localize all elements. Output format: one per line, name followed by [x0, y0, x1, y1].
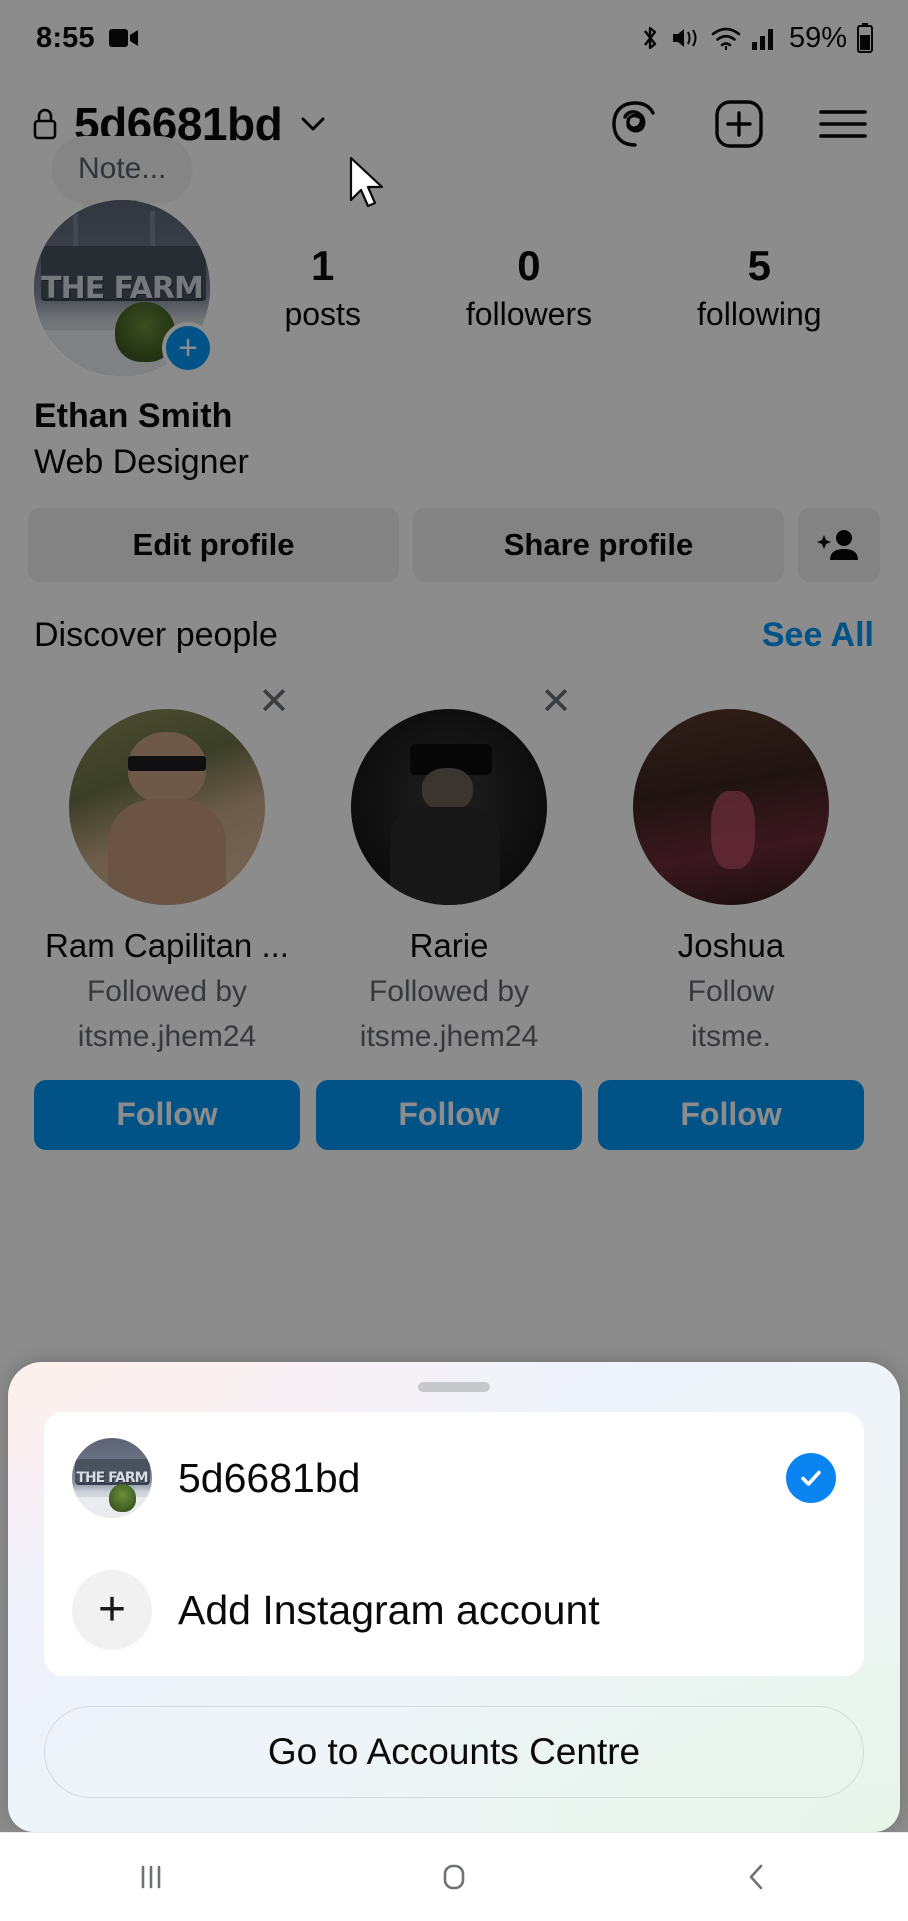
account-list: THE FARM 5d6681bd + Add Instagram accoun…: [44, 1412, 864, 1676]
go-to-accounts-centre-button[interactable]: Go to Accounts Centre: [44, 1706, 864, 1798]
stat-followers-value: 0: [517, 242, 541, 290]
stat-posts[interactable]: 1 posts: [284, 243, 360, 332]
new-post-icon[interactable]: [712, 97, 766, 151]
close-icon[interactable]: ✕: [540, 683, 572, 721]
avatar-detail-body: [390, 806, 500, 905]
recents-icon[interactable]: [91, 1833, 211, 1921]
profile-action-buttons: Edit profile Share profile: [0, 486, 908, 582]
discover-card-name: Ram Capilitan ...: [45, 926, 289, 964]
status-bar-left: 8:55: [36, 22, 139, 55]
follow-button[interactable]: Follow: [598, 1079, 864, 1150]
status-bar: 8:55 59%: [0, 0, 908, 76]
wifi-icon: [710, 24, 742, 52]
discover-card-followed-by-1: Followed by: [368, 974, 530, 1008]
home-icon[interactable]: [394, 1833, 514, 1921]
status-bar-clock: 8:55: [36, 21, 95, 54]
stat-posts-label: posts: [284, 295, 361, 332]
account-avatar: THE FARM: [72, 1438, 152, 1518]
stat-followers-label: followers: [465, 295, 593, 332]
battery-icon: [856, 23, 874, 53]
add-account-row[interactable]: + Add Instagram account: [44, 1544, 864, 1676]
discover-card[interactable]: ✕ Ram Capilitan ... Followed by itsme.jh…: [34, 681, 300, 1150]
discover-card-followed-by-2: itsme.: [690, 1020, 771, 1054]
discover-card[interactable]: ✕ Rarie Followed by itsme.jhem24 Follow: [316, 681, 582, 1150]
discover-card-avatar[interactable]: [351, 708, 547, 905]
add-account-label: Add Instagram account: [178, 1586, 600, 1633]
avatar-detail-body: [108, 798, 226, 905]
note-bubble[interactable]: Note...: [52, 136, 193, 216]
profile-header-actions: [608, 97, 880, 151]
stat-following-label: following: [697, 295, 822, 332]
discover-card-avatar[interactable]: [69, 708, 265, 905]
stat-following[interactable]: 5 following: [697, 243, 822, 332]
follow-button[interactable]: Follow: [316, 1079, 582, 1150]
check-icon: [786, 1453, 836, 1503]
profile-summary: Note... THE FARM + 1 posts 0 followers 5…: [0, 136, 908, 376]
discover-card[interactable]: Joshua Follow itsme. Follow: [598, 681, 864, 1150]
avatar-detail-face: [421, 767, 473, 811]
discover-people-button[interactable]: [798, 507, 880, 582]
status-bar-right: 59%: [638, 22, 874, 55]
add-story-button[interactable]: +: [162, 322, 214, 374]
avatar-detail-glasses: [127, 755, 207, 772]
chevron-down-icon[interactable]: [298, 114, 328, 134]
plus-icon: +: [72, 1570, 152, 1650]
back-icon[interactable]: [697, 1833, 817, 1921]
discover-card-followed-by-1: Follow: [687, 974, 775, 1008]
menu-icon[interactable]: [816, 104, 870, 144]
share-profile-button[interactable]: Share profile: [413, 507, 784, 582]
add-person-icon: [817, 526, 861, 564]
profile-bio-text: Web Designer: [34, 442, 249, 481]
account-row[interactable]: THE FARM 5d6681bd: [44, 1412, 864, 1544]
discover-card-name: Joshua: [677, 926, 785, 964]
discover-card-avatar[interactable]: [633, 708, 829, 905]
account-switcher-sheet: THE FARM 5d6681bd + Add Instagram accoun…: [8, 1362, 900, 1832]
edit-profile-button[interactable]: Edit profile: [28, 507, 399, 582]
discover-card-followed-by-1: Followed by: [86, 974, 248, 1008]
profile-bio: Ethan Smith Web Designer: [0, 376, 908, 486]
profile-stats: 1 posts 0 followers 5 following: [210, 243, 874, 332]
mute-vibrate-icon: [671, 24, 701, 52]
avatar-plant: [108, 1484, 136, 1512]
stat-posts-value: 1: [311, 242, 335, 290]
discover-card-followed-by-2: itsme.jhem24: [359, 1020, 539, 1054]
stat-followers[interactable]: 0 followers: [466, 243, 592, 332]
android-navigation-bar: [0, 1832, 908, 1920]
profile-display-name: Ethan Smith: [34, 397, 233, 435]
discover-people-list: ✕ Ram Capilitan ... Followed by itsme.jh…: [0, 655, 908, 1150]
stat-following-value: 5: [747, 242, 771, 290]
avatar-detail-subject: [711, 791, 755, 870]
close-icon[interactable]: ✕: [258, 683, 290, 721]
video-recording-icon: [108, 27, 139, 49]
profile-avatar-area[interactable]: Note... THE FARM +: [34, 136, 214, 376]
account-username: 5d6681bd: [178, 1454, 361, 1501]
discover-people-header: Discover people See All: [0, 582, 908, 655]
lock-icon: [32, 107, 58, 141]
battery-percent-label: 59%: [788, 21, 847, 54]
drag-handle[interactable]: [418, 1382, 490, 1392]
threads-icon[interactable]: [608, 97, 662, 151]
discover-card-name: Rarie: [409, 926, 489, 964]
discover-people-title: Discover people: [34, 615, 278, 654]
discover-card-followed-by-2: itsme.jhem24: [77, 1020, 257, 1054]
bluetooth-icon: [638, 23, 662, 53]
discover-see-all-link[interactable]: See All: [762, 616, 874, 655]
cellular-signal-icon: [751, 25, 777, 51]
follow-button[interactable]: Follow: [34, 1079, 300, 1150]
